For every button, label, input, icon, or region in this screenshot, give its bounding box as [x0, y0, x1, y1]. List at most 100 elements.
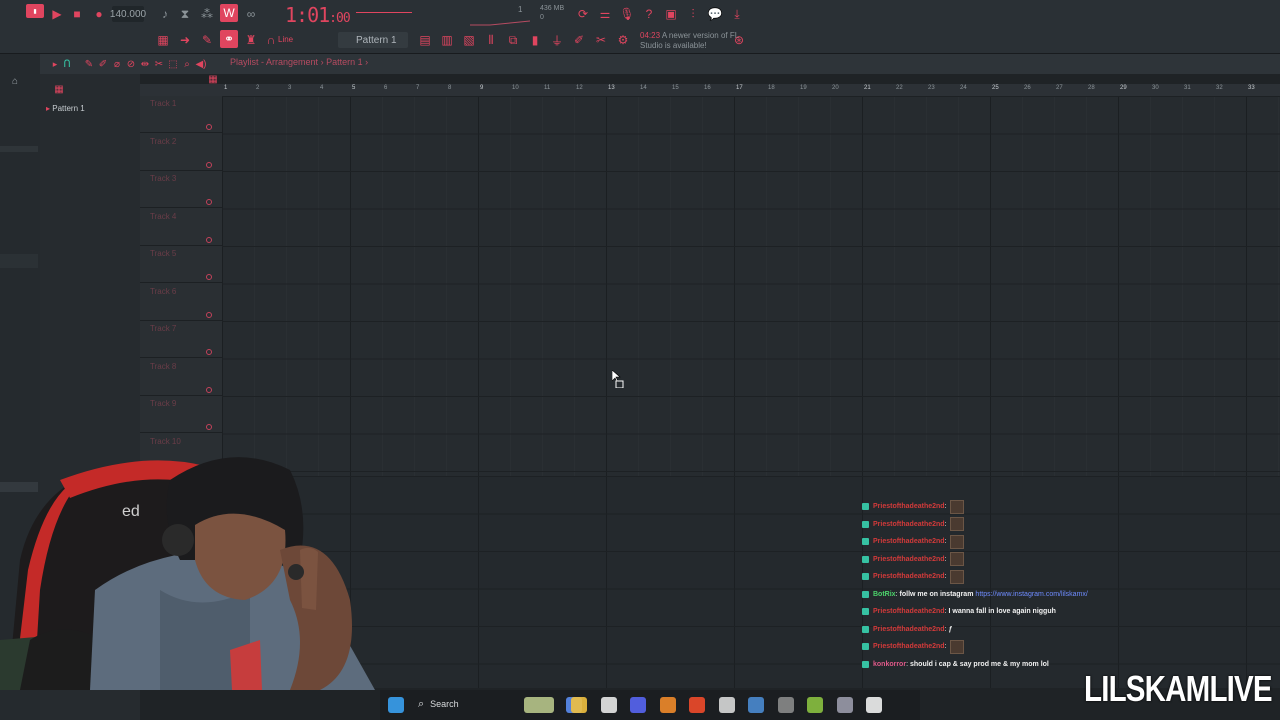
pattern-selector[interactable]: Pattern 1	[338, 32, 408, 48]
chat-emote-icon	[949, 552, 964, 567]
mixer-faders-icon[interactable]: ⫶	[684, 5, 702, 23]
fl-studio-icon[interactable]	[659, 697, 676, 713]
steam-icon[interactable]	[748, 697, 764, 713]
playlist-icon[interactable]: ▦	[154, 31, 172, 49]
plugin-icon[interactable]: ⧉	[504, 31, 522, 49]
track-name: Track 2	[150, 136, 177, 146]
stream-chat: Priestofthadeathe2nd : Priestofthadeathe2…	[862, 498, 1162, 673]
update-icon[interactable]: ⊛	[730, 31, 748, 49]
wait-icon[interactable]: ⧗	[176, 5, 194, 23]
ruler-tick: 3	[288, 85, 292, 91]
metronome-icon[interactable]: ♪	[156, 5, 174, 23]
piano-roll-icon[interactable]: ▥	[438, 31, 456, 49]
track-row[interactable]: Track 5	[140, 246, 222, 283]
pencil-icon[interactable]: ✎	[198, 31, 216, 49]
browser-icon[interactable]: ▧	[460, 31, 478, 49]
loop-record-icon[interactable]: ∞	[242, 5, 260, 23]
link-icon[interactable]: ⚭	[220, 30, 238, 48]
timeline-ruler[interactable]: 1 2 3 4 5 6 7 8 9 10 11 12 13 14 15 16 17 18 19 20 21 22 23 24 2…	[140, 84, 1280, 96]
track-mute-icon[interactable]	[206, 161, 212, 168]
track-row[interactable]: Track 4	[140, 209, 222, 246]
tempo-display[interactable]: 140.000	[110, 6, 146, 22]
track-mute-icon[interactable]	[206, 199, 212, 205]
track-row[interactable]: Track 9	[140, 396, 222, 433]
ruler-tick: 10	[512, 85, 519, 91]
breadcrumb-pattern[interactable]: Pattern 1	[326, 57, 363, 67]
track-mute-icon[interactable]	[206, 274, 212, 280]
search-icon: ⌕	[418, 697, 425, 710]
taskbar-search[interactable]: ⌕ Search	[418, 695, 514, 713]
chat-emote-icon	[949, 534, 964, 549]
playlist-grid[interactable]	[222, 96, 1280, 476]
chat-platform-icon	[862, 573, 869, 581]
channel-rack-icon[interactable]: ▤	[416, 31, 434, 49]
chat-separator: :	[944, 608, 947, 616]
magnet-icon[interactable]: ᑎ	[58, 55, 76, 73]
refresh-icon[interactable]: ⟳	[574, 5, 592, 23]
stamp-icon[interactable]: ♜	[242, 31, 260, 49]
capcut-icon[interactable]	[866, 697, 882, 713]
arrow-right-icon[interactable]: ➜	[176, 31, 194, 49]
snap-selector[interactable]: Line	[278, 35, 293, 44]
chat-link[interactable]: https://www.instagram.com/lilskamx/	[975, 591, 1087, 598]
browser-divider	[0, 146, 38, 152]
track-mute-icon[interactable]	[206, 424, 212, 430]
playlist-tools-icon[interactable]: ▦	[50, 80, 68, 98]
mixer-icon[interactable]: ⚌	[596, 5, 614, 23]
cut-icon[interactable]: ✂	[592, 31, 610, 49]
pat-song-toggle[interactable]: ▮	[26, 4, 44, 18]
track-row[interactable]: Track 2	[140, 134, 222, 171]
track-mute-icon[interactable]	[206, 236, 212, 243]
oscilloscope	[470, 14, 531, 26]
bluestacks-icon[interactable]	[807, 697, 823, 713]
track-mute-icon[interactable]	[206, 349, 212, 355]
pattern-list-item[interactable]: ▸ Pattern 1	[46, 104, 85, 113]
chat-emote-icon	[949, 499, 964, 514]
track-mute-icon[interactable]	[206, 386, 212, 393]
ruler-tick: 5	[352, 85, 356, 91]
breadcrumb-separator: ›	[365, 57, 369, 67]
app-4k-icon[interactable]	[836, 697, 853, 713]
mixer-view-icon[interactable]: ⫴	[482, 31, 500, 49]
widgets-icon[interactable]	[524, 697, 554, 713]
track-row[interactable]: Track 3	[140, 171, 222, 208]
track-mute-icon[interactable]	[206, 311, 212, 318]
breadcrumb-separator: ›	[320, 57, 324, 67]
wand-icon[interactable]: ✐	[570, 31, 588, 49]
ruler-tick: 22	[896, 85, 903, 91]
track-row[interactable]: Track 7	[140, 321, 222, 358]
chrome-icon[interactable]	[718, 697, 735, 713]
countdown-icon[interactable]: ⁂	[198, 5, 216, 23]
master-volume-slider[interactable]	[356, 12, 412, 13]
discord-icon[interactable]	[630, 697, 646, 713]
pattern-icon[interactable]: ▮	[526, 31, 544, 49]
chat-icon[interactable]: 💬	[706, 5, 724, 23]
track-row[interactable]: Track 6	[140, 284, 222, 321]
ruler-tick: 33	[1248, 85, 1255, 91]
record-button[interactable]: ●	[90, 5, 108, 23]
ruler-tick: 7	[416, 85, 420, 91]
app-icon[interactable]	[777, 697, 794, 713]
store-icon[interactable]	[600, 697, 617, 713]
windows-start-icon[interactable]	[388, 697, 404, 713]
track-mute-icon[interactable]	[206, 124, 212, 130]
track-row[interactable]: Track 1	[140, 96, 222, 133]
news-panel[interactable]: 04:23 A newer version of FL Studio is av…	[640, 31, 740, 51]
stop-button[interactable]: ■	[68, 5, 86, 23]
play-button[interactable]: ▶	[48, 5, 66, 23]
help-icon[interactable]: ?	[640, 5, 658, 23]
track-row[interactable]: Track 8	[140, 359, 222, 396]
file-explorer-icon[interactable]	[571, 697, 587, 713]
browser-folder-icon[interactable]: ⌂	[12, 76, 18, 87]
plug-icon[interactable]: ⏚	[548, 31, 566, 49]
brave-icon[interactable]	[689, 697, 705, 713]
save-icon[interactable]: ▣	[662, 5, 680, 23]
ruler-tick: 25	[992, 85, 999, 91]
track-name: Track 5	[150, 249, 177, 258]
mic-icon[interactable]: 🎙	[618, 5, 636, 23]
settings-icon[interactable]: ⚙	[614, 31, 632, 49]
step-edit-icon[interactable]: W	[220, 4, 238, 22]
chat-separator: :	[906, 660, 909, 668]
download-icon[interactable]: ⤓	[728, 5, 746, 23]
chat-message: BotRix : follw me on instagram https://www…	[862, 586, 1162, 604]
